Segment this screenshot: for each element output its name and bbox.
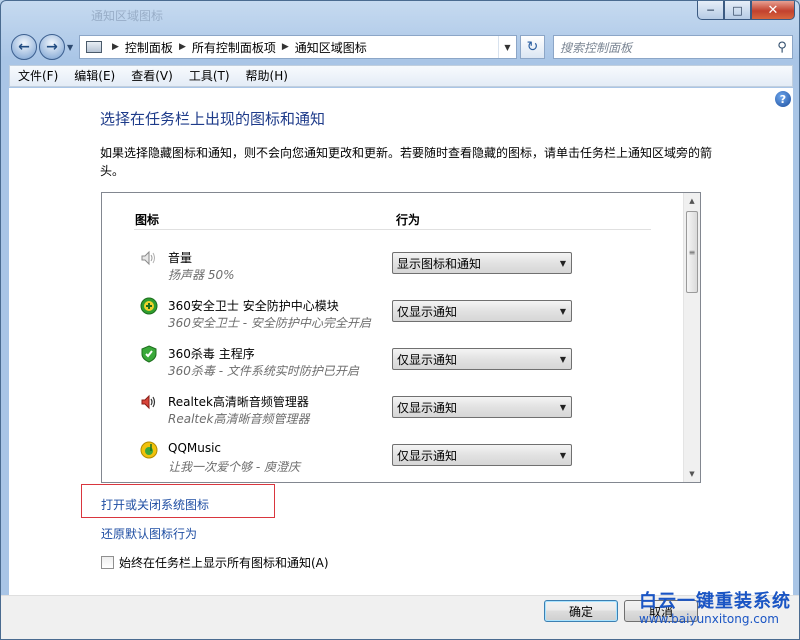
address-dropdown-button[interactable]: ▼ [498,36,516,58]
behavior-dropdown[interactable]: 显示图标和通知 ▼ [392,252,572,274]
behavior-value: 仅显示通知 [397,352,458,367]
behavior-dropdown[interactable]: 仅显示通知 ▼ [392,348,572,370]
page-title: 选择在任务栏上出现的图标和通知 [100,110,326,128]
list-item: 音量 扬声器 50% 显示图标和通知 ▼ [102,245,684,293]
menu-view[interactable]: 查看(V) [123,66,181,86]
control-panel-icon [86,41,102,53]
arrow-left-icon: ← [18,39,30,55]
behavior-value: 显示图标和通知 [397,256,482,271]
search-box[interactable]: 搜索控制面板 ⚲ [553,35,793,59]
chevron-down-icon: ▼ [559,306,567,316]
row-subtitle: 扬声器 50% [168,268,235,282]
always-show-checkbox[interactable] [101,556,114,569]
list-scrollbar[interactable]: ▲ ≡ ▼ [683,193,700,482]
maximize-button[interactable]: □ [724,1,751,20]
scroll-thumb[interactable]: ≡ [686,211,698,293]
list-item: QQMusic 让我一次爱个够 - 庾澄庆 仅显示通知 ▼ [102,437,684,482]
row-name: QQMusic [168,441,222,455]
close-button[interactable]: ✕ [751,1,795,20]
list-item: 360杀毒 主程序 360杀毒 - 文件系统实时防护已开启 仅显示通知 ▼ [102,341,684,389]
chevron-right-icon[interactable]: ▶ [282,42,289,52]
behavior-dropdown[interactable]: 仅显示通知 ▼ [392,396,572,418]
scroll-down-icon[interactable]: ▼ [684,466,700,482]
restore-defaults-link[interactable]: 还原默认图标行为 [101,525,197,542]
search-icon[interactable]: ⚲ [772,40,792,55]
realtek-speaker-icon [141,394,156,410]
behavior-value: 仅显示通知 [397,400,458,415]
chevron-down-icon: ▼ [559,354,567,364]
breadcrumb-all-items[interactable]: 所有控制面板项 [192,39,276,56]
arrow-right-icon: → [46,39,58,55]
notification-icons-list[interactable]: 图标 行为 音量 扬声器 50% 显示图标和通知 ▼ 360安全卫士 安全防护中… [101,192,701,483]
column-header-action: 行为 [396,213,421,227]
chevron-down-icon: ▼ [559,258,567,268]
refresh-button[interactable]: ↻ [520,35,545,59]
chevron-down-icon: ▼ [504,42,511,52]
search-input[interactable]: 搜索控制面板 [554,39,772,56]
chevron-right-icon[interactable]: ▶ [179,42,186,52]
window-title: 通知区域图标 [91,9,164,23]
list-item: Realtek高清晰音频管理器 Realtek高清晰音频管理器 仅显示通知 ▼ [102,389,684,437]
title-bar[interactable]: 通知区域图标 ─ □ ✕ [1,1,799,29]
minimize-button[interactable]: ─ [697,1,724,20]
menu-bar: 文件(F) 编辑(E) 查看(V) 工具(T) 帮助(H) [9,65,793,87]
maximize-icon: □ [732,3,743,17]
chevron-right-icon[interactable]: ▶ [112,42,119,52]
page-description: 如果选择隐藏图标和通知，则不会向您通知更改和更新。若要随时查看隐藏的图标，请单击… [100,146,713,178]
qqmusic-icon [140,441,158,459]
behavior-dropdown[interactable]: 仅显示通知 ▼ [392,444,572,466]
navigation-bar: ← → ▼ ▶ 控制面板 ▶ 所有控制面板项 ▶ 通知区域图标 ▼ ↻ 搜索控制… [1,31,799,63]
behavior-value: 仅显示通知 [397,448,458,463]
behavior-dropdown[interactable]: 仅显示通知 ▼ [392,300,572,322]
chevron-down-icon: ▼ [559,450,567,460]
row-subtitle: 360杀毒 - 文件系统实时防护已开启 [168,364,359,378]
minimize-icon: ─ [707,3,714,17]
row-subtitle: 360安全卫士 - 安全防护中心完全开启 [168,316,371,330]
row-subtitle: 让我一次爱个够 - 庾澄庆 [168,460,300,474]
control-panel-window: 通知区域图标 ─ □ ✕ ← → ▼ ▶ 控制面板 ▶ 所有控制面板项 ▶ 通知… [0,0,800,640]
watermark-text: 白云一键重装系统 [639,591,791,612]
chevron-down-icon: ▼ [559,402,567,412]
window-controls: ─ □ ✕ [697,1,795,20]
behavior-value: 仅显示通知 [397,304,458,319]
row-name: 360安全卫士 安全防护中心模块 [168,299,339,313]
always-show-label[interactable]: 始终在任务栏上显示所有图标和通知(A) [119,554,329,571]
back-button[interactable]: ← [11,34,37,60]
close-icon: ✕ [767,2,779,18]
scroll-up-icon[interactable]: ▲ [684,193,700,209]
header-divider [134,229,651,230]
menu-tools[interactable]: 工具(T) [181,66,238,86]
360-safe-icon [140,297,158,315]
breadcrumb-control-panel[interactable]: 控制面板 [125,39,173,56]
row-name: 音量 [168,251,193,265]
address-bar[interactable]: ▶ 控制面板 ▶ 所有控制面板项 ▶ 通知区域图标 ▼ [79,35,517,59]
recent-pages-dropdown[interactable]: ▼ [67,43,73,52]
watermark-url: www.baiyunxitong.com [639,612,779,626]
row-subtitle: Realtek高清晰音频管理器 [168,412,310,426]
help-icon[interactable]: ? [775,91,791,107]
content-pane: ? 选择在任务栏上出现的图标和通知 如果选择隐藏图标和通知，则不会向您通知更改和… [9,88,793,595]
speaker-icon [141,250,155,266]
row-name: 360杀毒 主程序 [168,347,255,361]
menu-edit[interactable]: 编辑(E) [66,66,123,86]
menu-help[interactable]: 帮助(H) [238,66,296,86]
column-header-icon: 图标 [135,213,160,227]
watermark-logo: 白云一键重装系统 www.baiyunxitong.com [639,587,799,626]
menu-file[interactable]: 文件(F) [10,66,66,86]
refresh-icon: ↻ [526,39,539,55]
360-antivirus-icon [141,345,157,363]
always-show-all-option[interactable]: 始终在任务栏上显示所有图标和通知(A) [101,554,329,571]
forward-button[interactable]: → [39,34,65,60]
breadcrumb-notification-icons[interactable]: 通知区域图标 [295,39,367,56]
ok-button[interactable]: 确定 [544,600,618,622]
row-name: Realtek高清晰音频管理器 [168,395,309,409]
toggle-system-icons-link[interactable]: 打开或关闭系统图标 [101,496,209,513]
list-item: 360安全卫士 安全防护中心模块 360安全卫士 - 安全防护中心完全开启 仅显… [102,293,684,341]
